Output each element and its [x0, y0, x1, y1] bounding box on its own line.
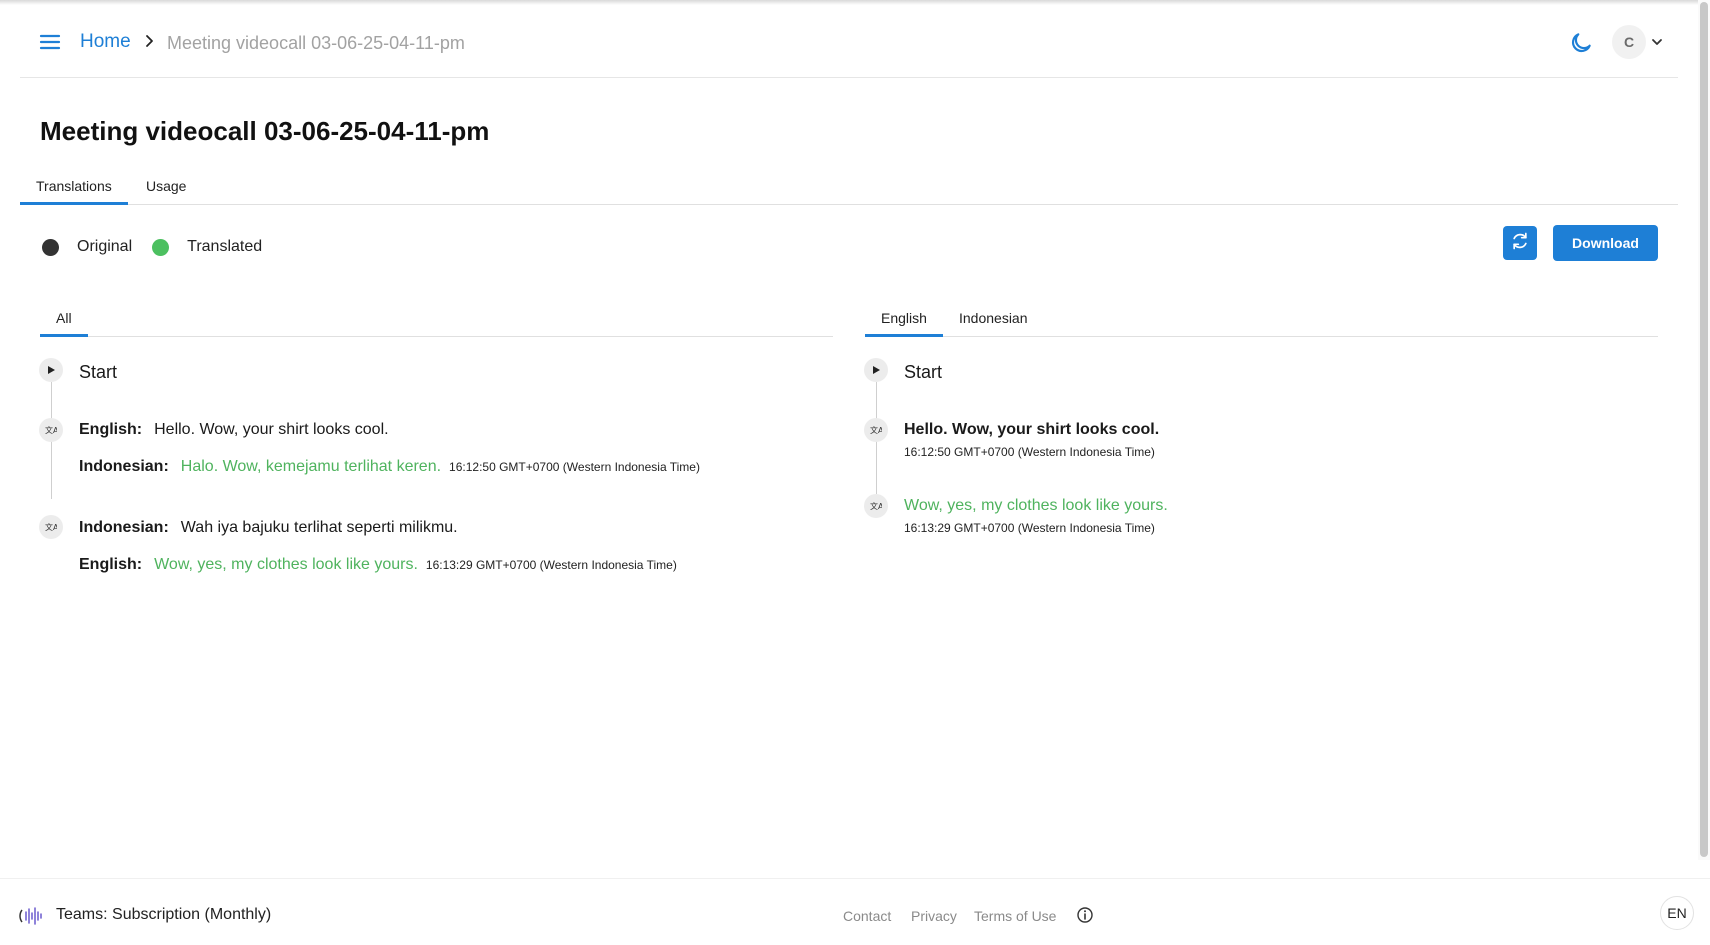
legend: Original Translated [42, 238, 282, 256]
footer-link-terms[interactable]: Terms of Use [974, 908, 1056, 924]
entry-original-lang: English: [79, 421, 143, 438]
legend-original-label: Original [77, 238, 133, 255]
user-menu[interactable]: C [1612, 25, 1664, 59]
main-tabs: Translations Usage [20, 172, 1678, 205]
legend-translated-label: Translated [187, 238, 263, 255]
right-entry-text: Wow, yes, my clothes look like yours. [904, 497, 1168, 514]
download-button[interactable]: Download [1553, 225, 1658, 261]
avatar[interactable]: C [1612, 25, 1646, 59]
tab-english[interactable]: English [865, 310, 943, 337]
play-icon [873, 366, 880, 374]
breadcrumb-home-link[interactable]: Home [80, 31, 131, 53]
tab-all[interactable]: All [40, 310, 88, 337]
entry-translated-lang: Indonesian: [79, 458, 169, 475]
entry-timestamp: 16:13:29 GMT+0700 (Western Indonesia Tim… [425, 558, 677, 572]
tab-indonesian[interactable]: Indonesian [959, 310, 1028, 337]
translate-icon[interactable]: 文A [864, 418, 888, 442]
right-entry-timestamp: 16:12:50 GMT+0700 (Western Indonesia Tim… [904, 445, 1155, 459]
scrollbar-thumb[interactable] [1700, 2, 1708, 857]
play-button[interactable] [864, 358, 888, 382]
refresh-icon [1510, 231, 1530, 256]
timeline-start-label: Start [79, 362, 118, 382]
entry-timestamp: 16:12:50 GMT+0700 (Western Indonesia Tim… [449, 460, 700, 474]
translate-icon[interactable]: 文A [864, 494, 888, 518]
page-title: Meeting videocall 03-06-25-04-11-pm [40, 116, 490, 146]
translate-icon[interactable]: 文A [39, 418, 63, 442]
legend-original-dot [42, 238, 59, 256]
info-icon[interactable] [1076, 906, 1094, 924]
entry-original-text: Hello. Wow, your shirt looks cool. [154, 421, 389, 438]
chevron-right-icon [141, 33, 157, 49]
right-panel-tabs: English Indonesian [865, 305, 1658, 337]
language-button[interactable]: EN [1660, 896, 1694, 930]
entry-original: English: Hello. Wow, your shirt looks coo… [79, 421, 389, 439]
svg-text:文A: 文A [870, 425, 882, 435]
refresh-button[interactable] [1503, 226, 1537, 260]
play-icon [48, 366, 55, 374]
left-panel-tabs: All [40, 305, 833, 337]
chevron-down-icon [1650, 35, 1664, 49]
translate-icon[interactable]: 文A [39, 515, 63, 539]
entry-translated: Indonesian: Halo. Wow, kemejamu terlihat … [79, 458, 700, 476]
svg-text:文A: 文A [870, 501, 882, 511]
timeline-line [51, 435, 52, 499]
legend-translated-dot [152, 238, 170, 256]
svg-text:文A: 文A [45, 522, 57, 532]
play-button[interactable] [39, 358, 63, 382]
tab-translations[interactable]: Translations [20, 178, 128, 205]
subscription-plan: Teams: Subscription (Monthly) [56, 906, 272, 923]
hamburger-menu-icon[interactable] [38, 30, 62, 54]
moon-icon[interactable] [1568, 30, 1594, 56]
footer-link-privacy[interactable]: Privacy [911, 908, 957, 924]
entry-translated-lang: English: [79, 556, 143, 573]
svg-text:文A: 文A [45, 425, 57, 435]
right-entry-text: Hello. Wow, your shirt looks cool. [904, 421, 1160, 438]
entry-original-lang: Indonesian: [79, 519, 169, 536]
page-scrollbar[interactable] [1698, 0, 1710, 860]
entry-translated-text: Halo. Wow, kemejamu terlihat keren. [180, 458, 442, 475]
right-entry-timestamp: 16:13:29 GMT+0700 (Western Indonesia Tim… [904, 521, 1155, 535]
tab-usage[interactable]: Usage [146, 178, 186, 205]
soundwave-logo-icon [18, 904, 44, 928]
footer-link-contact[interactable]: Contact [843, 908, 891, 924]
entry-original: Indonesian: Wah iya bajuku terlihat seper… [79, 519, 458, 537]
breadcrumb-current: Meeting videocall 03-06-25-04-11-pm [167, 33, 465, 53]
app-header: Home Meeting videocall 03-06-25-04-11-pm… [20, 0, 1678, 78]
entry-translated-text: Wow, yes, my clothes look like yours. [154, 556, 418, 573]
entry-translated: English: Wow, yes, my clothes look like y… [79, 556, 677, 574]
timeline-start-label: Start [904, 362, 943, 382]
entry-original-text: Wah iya bajuku terlihat seperti milikmu. [180, 519, 458, 536]
footer: Teams: Subscription (Monthly) Contact Pr… [0, 878, 1710, 945]
